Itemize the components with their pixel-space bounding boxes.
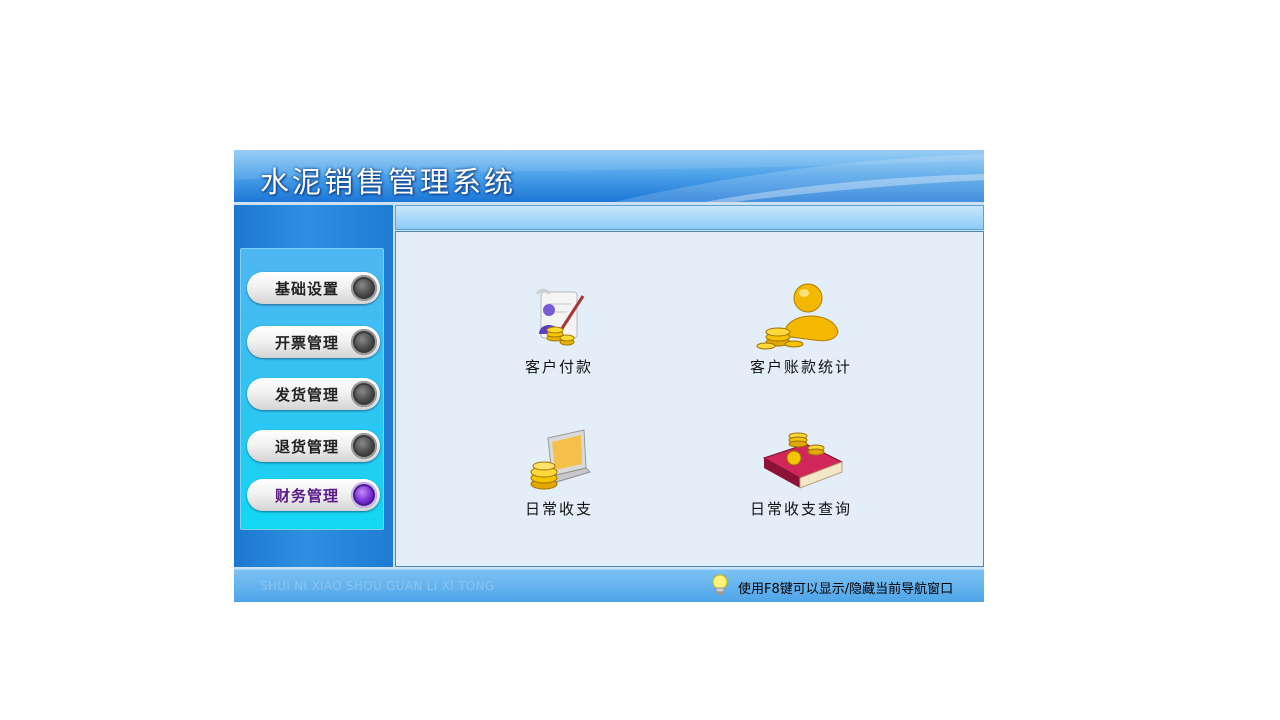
menu-item-basic-settings[interactable]: 基础设置 [247, 272, 380, 304]
app-title: 水泥销售管理系统 [260, 165, 517, 199]
feature-label: 日常收支查询 [749, 500, 852, 518]
feature-income-expense-query[interactable]: 日常收支查询 [726, 422, 876, 519]
daily-income-expense-icon [530, 429, 591, 490]
account-statistics-icon [756, 283, 839, 350]
navigation-sidebar: 基础设置 开票管理 发货管理 退货管理 财务管理 [234, 205, 393, 567]
menu-item-invoice-management[interactable]: 开票管理 [247, 326, 380, 358]
menu-item-label: 开票管理 [275, 334, 340, 352]
feature-label: 客户账款统计 [749, 358, 852, 376]
content-panel: 客户付款 客户账款统计 日常收支 日常收支查询 [395, 231, 984, 567]
feature-daily-income-expense[interactable]: 日常收支 [484, 428, 634, 519]
app-window: 水泥销售管理系统 基础设置 开票管理 发货管理 退货管理 财务管理 客户付款 客… [234, 150, 984, 602]
feature-account-statistics[interactable]: 客户账款统计 [726, 280, 876, 377]
menu-item-label: 基础设置 [275, 280, 340, 298]
knob-icon [351, 275, 377, 301]
header-banner: 水泥销售管理系统 [234, 150, 984, 202]
knob-icon [351, 381, 377, 407]
feature-label: 客户付款 [524, 358, 593, 376]
status-bar: SHUI NI XIAO SHOU GUAN LI XI TONG 使用F8键可… [234, 569, 984, 602]
feature-label: 日常收支 [524, 500, 593, 518]
customer-payment-icon [535, 288, 585, 346]
content-toolbar-strip [395, 205, 984, 230]
menu-item-label: 发货管理 [275, 386, 340, 404]
knob-icon [351, 433, 377, 459]
menu-item-return-management[interactable]: 退货管理 [247, 430, 380, 462]
menu-item-shipping-management[interactable]: 发货管理 [247, 378, 380, 410]
lightbulb-icon [712, 574, 728, 595]
knob-icon [351, 482, 377, 508]
footer-hint: 使用F8键可以显示/隐藏当前导航窗口 [738, 582, 954, 597]
menu-item-label: 退货管理 [275, 438, 340, 456]
menu-item-finance-management[interactable]: 财务管理 [247, 479, 380, 511]
knob-icon [351, 329, 377, 355]
menu-panel: 基础设置 开票管理 发货管理 退货管理 财务管理 [240, 248, 384, 530]
footer-pinyin: SHUI NI XIAO SHOU GUAN LI XI TONG [260, 579, 495, 593]
menu-item-label: 财务管理 [275, 487, 340, 505]
income-expense-query-icon [762, 432, 844, 489]
feature-customer-payment[interactable]: 客户付款 [484, 286, 634, 377]
